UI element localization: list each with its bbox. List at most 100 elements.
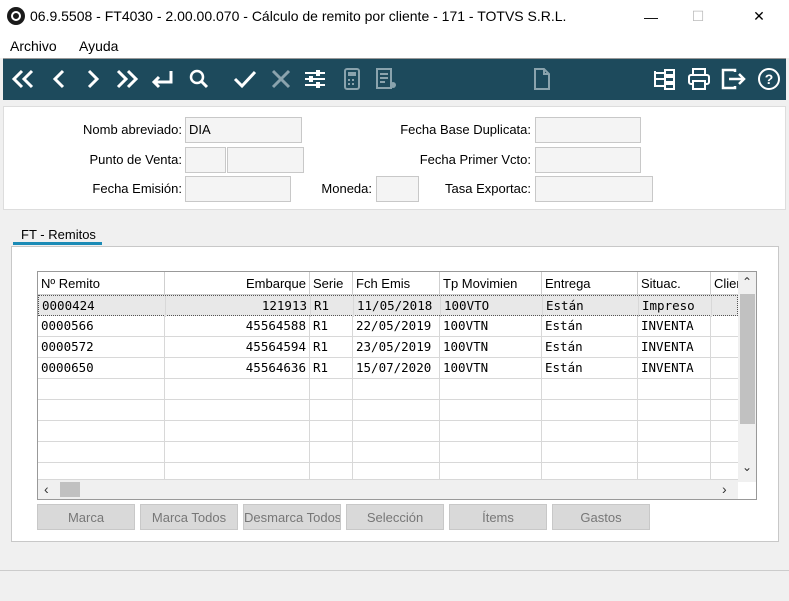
help-icon[interactable]: ? (755, 65, 783, 93)
status-bar (0, 570, 789, 601)
table-row[interactable]: 0000572 45564594 R1 23/05/2019 100VTN Es… (38, 337, 738, 358)
marca-button[interactable]: Marca (37, 504, 135, 530)
minimize-button[interactable]: — (628, 0, 674, 33)
cell-fch-emis: 22/05/2019 (353, 316, 440, 337)
next-icon[interactable] (79, 65, 107, 93)
items-button[interactable]: Ítems (449, 504, 547, 530)
scroll-down-icon[interactable]: ⌄ (742, 460, 752, 474)
fecha-emision-field[interactable] (185, 176, 291, 202)
print-icon[interactable] (685, 65, 713, 93)
fecha-primer-vcto-field[interactable] (535, 147, 641, 173)
cell-embarque: 45564594 (165, 337, 310, 358)
punto-venta-field-2[interactable] (227, 147, 304, 173)
table-row[interactable]: 0000566 45564588 R1 22/05/2019 100VTN Es… (38, 316, 738, 337)
menu-ayuda[interactable]: Ayuda (79, 38, 118, 54)
cell-embarque: 45564636 (165, 358, 310, 379)
first-icon[interactable] (9, 65, 37, 93)
marca-todos-button[interactable]: Marca Todos (140, 504, 238, 530)
nomb-abreviado-field[interactable]: DIA (185, 117, 302, 143)
cell-situac: INVENTA (638, 337, 711, 358)
column-header-entrega[interactable]: Entrega (542, 272, 638, 295)
tab-active-indicator (13, 242, 102, 245)
cell-cliente (711, 358, 738, 379)
search-icon[interactable] (185, 65, 213, 93)
vertical-scrollbar[interactable]: ⌃ ⌄ (738, 272, 756, 482)
cell-entrega: Están (542, 337, 638, 358)
header-form: Nomb abreviado: DIA Punto de Venta: Fech… (3, 106, 786, 210)
cell-situac: INVENTA (638, 316, 711, 337)
scroll-up-icon[interactable]: ⌃ (742, 275, 752, 289)
table-row[interactable]: 0000424 121913 R1 11/05/2018 100VTO Está… (38, 295, 739, 317)
column-header-situac[interactable]: Situac. (638, 272, 711, 295)
remitos-grid[interactable]: Nº Remito Embarque Serie Fch Emis Tp Mov… (37, 271, 757, 500)
desmarca-todos-button[interactable]: Desmarca Todos (243, 504, 341, 530)
cell-fch-emis: 23/05/2019 (353, 337, 440, 358)
cell-tp-movimien: 100VTO (441, 296, 543, 317)
cell-nro-remito: 0000650 (38, 358, 165, 379)
cell-entrega: Están (543, 296, 639, 317)
moneda-label: Moneda: (321, 181, 372, 196)
document-icon[interactable] (528, 65, 556, 93)
calculator-icon[interactable] (338, 65, 366, 93)
last-icon[interactable] (113, 65, 141, 93)
empty-row (38, 400, 738, 421)
fecha-emision-label: Fecha Emisión: (92, 181, 182, 196)
cell-tp-movimien: 100VTN (440, 316, 542, 337)
maximize-button[interactable]: ☐ (675, 0, 721, 33)
gastos-button[interactable]: Gastos (552, 504, 650, 530)
tree-icon[interactable] (650, 65, 678, 93)
seleccion-button[interactable]: Selección (346, 504, 444, 530)
cell-cliente (711, 337, 738, 358)
cancel-icon[interactable] (267, 65, 295, 93)
close-button[interactable]: ✕ (736, 0, 782, 33)
horizontal-scrollbar[interactable]: ‹ › (38, 480, 738, 499)
column-header-tp-movimien[interactable]: Tp Movimien (440, 272, 542, 295)
cell-cliente (711, 316, 738, 337)
cell-situac: Impreso (639, 296, 712, 317)
fecha-base-duplicata-label: Fecha Base Duplicata: (400, 122, 531, 137)
cell-tp-movimien: 100VTN (440, 358, 542, 379)
vertical-scroll-thumb[interactable] (740, 294, 755, 424)
empty-row (38, 463, 738, 484)
punto-venta-label: Punto de Venta: (89, 152, 182, 167)
column-header-fch-emis[interactable]: Fch Emis (353, 272, 440, 295)
empty-row (38, 442, 738, 463)
column-header-embarque[interactable]: Embarque (165, 272, 310, 295)
column-header-cliente[interactable]: Clier (711, 272, 738, 295)
horizontal-scroll-thumb[interactable] (60, 482, 80, 497)
column-header-serie[interactable]: Serie (310, 272, 353, 295)
cell-nro-remito: 0000424 (39, 296, 166, 317)
exit-icon[interactable] (720, 65, 748, 93)
column-header-nro-remito[interactable]: Nº Remito (38, 272, 165, 295)
tasa-exportac-label: Tasa Exportac: (445, 181, 531, 196)
tasa-exportac-field[interactable] (535, 176, 653, 202)
cell-embarque: 45564588 (165, 316, 310, 337)
cell-nro-remito: 0000566 (38, 316, 165, 337)
cell-cliente (712, 296, 739, 317)
window-title: 06.9.5508 - FT4030 - 2.00.00.070 - Cálcu… (30, 8, 567, 24)
cell-embarque: 121913 (166, 296, 311, 317)
empty-row (38, 379, 738, 400)
scroll-left-icon[interactable]: ‹ (44, 481, 49, 497)
table-row[interactable]: 0000650 45564636 R1 15/07/2020 100VTN Es… (38, 358, 738, 379)
cell-serie: R1 (310, 337, 353, 358)
toolbar: ? (3, 58, 786, 100)
grid-header: Nº Remito Embarque Serie Fch Emis Tp Mov… (38, 272, 738, 295)
previous-icon[interactable] (45, 65, 73, 93)
report-icon[interactable] (373, 65, 401, 93)
cell-fch-emis: 11/05/2018 (354, 296, 441, 317)
fecha-primer-vcto-label: Fecha Primer Vcto: (419, 152, 531, 167)
cell-entrega: Están (542, 316, 638, 337)
menu-archivo[interactable]: Archivo (10, 38, 57, 54)
punto-venta-field-1[interactable] (185, 147, 226, 173)
title-bar: 06.9.5508 - FT4030 - 2.00.00.070 - Cálcu… (0, 0, 789, 33)
fecha-base-duplicata-field[interactable] (535, 117, 641, 143)
empty-row (38, 421, 738, 442)
filter-icon[interactable] (301, 65, 329, 93)
scroll-right-icon[interactable]: › (722, 481, 727, 497)
return-icon[interactable] (148, 65, 176, 93)
menu-bar: Archivo Ayuda (0, 33, 789, 58)
confirm-icon[interactable] (231, 65, 259, 93)
svg-text:?: ? (765, 71, 774, 87)
moneda-field[interactable] (376, 176, 419, 202)
